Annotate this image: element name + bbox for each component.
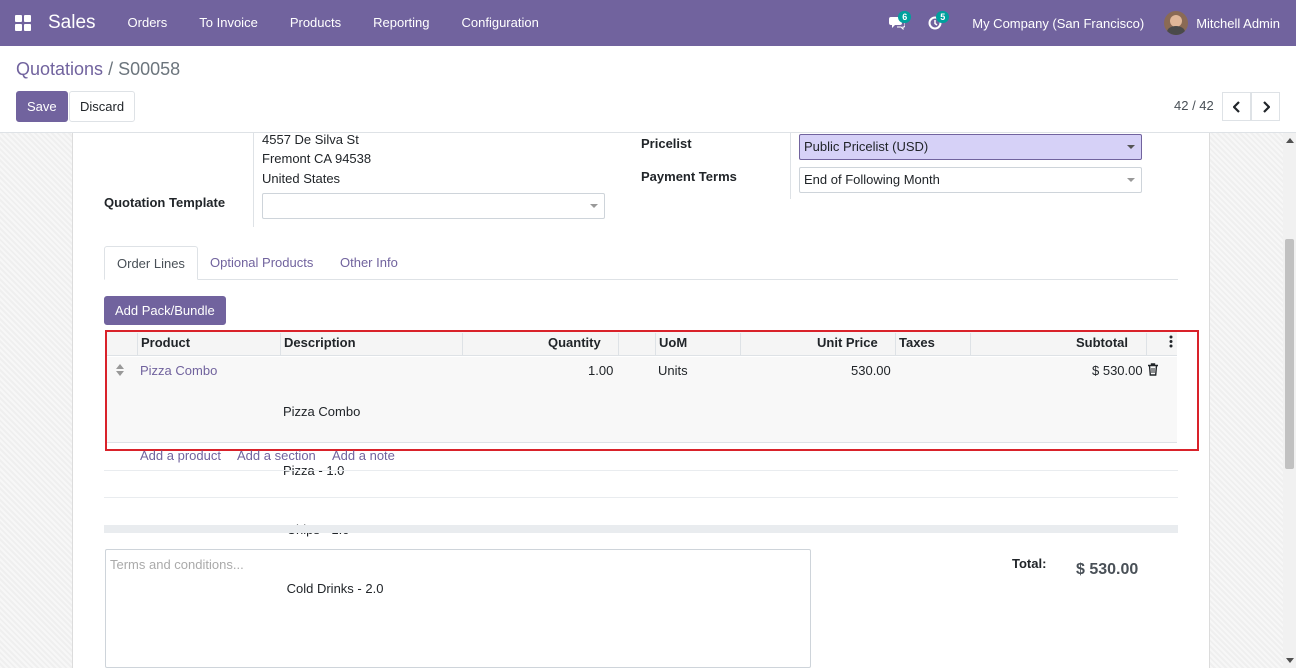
user-menu[interactable]: Mitchell Admin	[1196, 16, 1296, 31]
activities-badge: 5	[936, 11, 950, 23]
total-label: Total:	[1012, 556, 1047, 571]
messages-badge: 6	[898, 11, 912, 23]
chat-icon[interactable]: 6	[888, 0, 912, 46]
discard-button[interactable]: Discard	[69, 91, 136, 122]
menu-orders[interactable]: Orders	[112, 0, 184, 46]
chevron-right-icon[interactable]	[1251, 92, 1280, 121]
payment-terms-value: End of Following Month	[804, 172, 940, 187]
add-section-link[interactable]: Add a section	[237, 448, 316, 463]
payment-terms-select[interactable]: End of Following Month	[799, 167, 1142, 193]
pricelist-select[interactable]: Public Pricelist (USD)	[799, 134, 1142, 160]
section-separator	[104, 525, 1178, 533]
field-divider	[790, 133, 791, 199]
save-button[interactable]: Save	[16, 91, 68, 122]
dropdown-caret-icon	[1127, 178, 1135, 182]
scrollbar-thumb[interactable]	[1285, 239, 1294, 469]
pager-value[interactable]: 42 / 42	[1174, 98, 1214, 113]
address-city: Fremont CA 94538	[262, 151, 372, 166]
highlight-annotation	[105, 330, 1199, 451]
menu-configuration[interactable]: Configuration	[446, 0, 555, 46]
menu-products[interactable]: Products	[274, 0, 357, 46]
total-value: $ 530.00	[1076, 561, 1139, 578]
apps-grid-icon[interactable]	[0, 0, 46, 46]
menu-reporting[interactable]: Reporting	[357, 0, 445, 46]
scroll-up-icon[interactable]	[1286, 138, 1294, 143]
breadcrumb-quotations[interactable]: Quotations	[16, 59, 103, 79]
quotation-template-select[interactable]	[262, 193, 605, 219]
dropdown-caret-icon	[1127, 145, 1135, 149]
tab-optional-products[interactable]: Optional Products	[198, 246, 325, 280]
add-pack-bundle-button[interactable]: Add Pack/Bundle	[104, 296, 226, 325]
tab-order-lines[interactable]: Order Lines	[104, 246, 198, 280]
activity-clock-icon[interactable]: 5	[926, 0, 950, 46]
company-switcher[interactable]: My Company (San Francisco)	[958, 16, 1164, 31]
scrollbar[interactable]	[1283, 133, 1296, 668]
row-divider	[104, 497, 1178, 498]
menu-to-invoice[interactable]: To Invoice	[183, 0, 274, 46]
payment-terms-label: Payment Terms	[641, 169, 737, 184]
pricelist-value: Public Pricelist (USD)	[804, 139, 929, 154]
pricelist-label: Pricelist	[641, 136, 692, 151]
address-country: United States	[262, 171, 341, 186]
breadcrumb: Quotations / S00058	[16, 59, 180, 80]
add-note-link[interactable]: Add a note	[332, 448, 395, 463]
address-street: 4557 De Silva St	[262, 132, 359, 147]
terms-textarea[interactable]: Terms and conditions...	[105, 549, 811, 668]
add-product-link[interactable]: Add a product	[140, 448, 221, 463]
dropdown-caret-icon	[590, 204, 598, 208]
breadcrumb-current: S00058	[118, 59, 181, 79]
row-divider	[104, 470, 1178, 471]
app-name[interactable]: Sales	[48, 12, 96, 34]
scroll-down-icon[interactable]	[1286, 658, 1294, 663]
control-panel: Quotations / S00058 Save Discard 42 / 42	[0, 46, 1296, 133]
terms-placeholder: Terms and conditions...	[110, 557, 244, 572]
top-navbar: Sales Orders To Invoice Products Reporti…	[0, 0, 1296, 46]
breadcrumb-separator: /	[103, 59, 119, 79]
chevron-left-icon[interactable]	[1222, 92, 1251, 121]
tab-other-info[interactable]: Other Info	[328, 246, 410, 280]
avatar[interactable]	[1164, 11, 1189, 35]
quotation-template-label: Quotation Template	[104, 195, 226, 210]
field-divider	[253, 133, 254, 227]
